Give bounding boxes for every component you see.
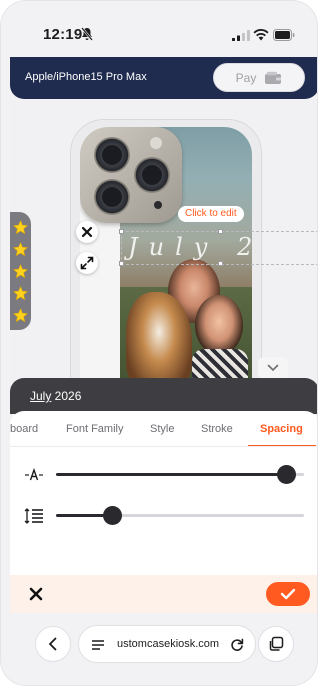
expand-icon — [80, 256, 94, 270]
star-icon — [13, 308, 28, 323]
phone-screen: 12:19 Apple/iPhone15 Pro Max Pay July 2 … — [0, 0, 318, 686]
custom-text-overlay[interactable]: July 2 — [128, 233, 263, 261]
tabs-button[interactable] — [258, 626, 294, 662]
line-spacing-icon — [24, 508, 43, 524]
device-model-label: Apple/iPhone15 Pro Max — [25, 71, 147, 83]
camera-lens — [134, 157, 170, 193]
status-time: 12:19 — [43, 26, 83, 43]
selection-corner-handle[interactable] — [119, 261, 124, 266]
reader-icon[interactable] — [91, 639, 105, 651]
tab-font-family[interactable]: Font Family — [66, 423, 123, 435]
slider-thumb[interactable] — [103, 506, 122, 525]
close-icon — [81, 226, 93, 238]
confirm-button[interactable] — [266, 582, 310, 606]
star-icon — [13, 286, 28, 301]
text-preview-word: July — [30, 389, 52, 403]
camera-lens — [94, 179, 130, 215]
camera-flash — [150, 137, 162, 149]
battery-icon — [273, 29, 295, 41]
pay-button-label: Pay — [235, 70, 257, 85]
wifi-icon — [253, 29, 269, 41]
pay-button[interactable]: Pay — [213, 63, 305, 92]
line-spacing-slider[interactable] — [24, 505, 309, 527]
tab-keyboard[interactable]: board — [10, 423, 38, 435]
back-button[interactable] — [35, 626, 71, 662]
selection-corner-handle[interactable] — [218, 261, 223, 266]
reload-icon[interactable] — [229, 637, 245, 653]
close-icon — [29, 587, 43, 601]
slider-track[interactable] — [56, 465, 304, 484]
wallet-icon — [265, 71, 282, 84]
slider-track[interactable] — [56, 506, 304, 525]
delete-text-button[interactable] — [76, 221, 98, 243]
text-preview[interactable]: July 2026 — [30, 389, 81, 403]
selection-corner-handle[interactable] — [119, 229, 124, 234]
star-icon — [13, 242, 28, 257]
camera-module — [80, 127, 182, 223]
editor-action-bar — [10, 575, 317, 613]
photo-dog — [126, 292, 192, 392]
browser-toolbar: ustomcasekiosk.com — [10, 613, 317, 685]
text-editor-panel: board Font Family Style Stroke Spacing — [10, 411, 317, 575]
cancel-button[interactable] — [26, 584, 46, 604]
url-text: ustomcasekiosk.com — [117, 638, 220, 650]
active-tab-indicator — [248, 445, 316, 446]
text-preview-rest: 2026 — [51, 389, 82, 403]
bell-slash-icon — [81, 27, 93, 41]
tab-style[interactable]: Style — [150, 423, 174, 435]
design-canvas[interactable]: July 2 Click to edit — [10, 99, 317, 419]
click-to-edit-hint[interactable]: Click to edit — [178, 206, 244, 222]
letter-spacing-slider[interactable] — [24, 464, 309, 486]
chevron-left-icon — [48, 637, 57, 651]
slider-thumb[interactable] — [277, 465, 296, 484]
photo-girl — [195, 295, 243, 355]
signal-icon — [232, 30, 250, 41]
resize-text-button[interactable] — [76, 252, 98, 274]
check-icon — [280, 588, 296, 600]
address-bar[interactable]: ustomcasekiosk.com — [78, 625, 256, 663]
tab-stroke[interactable]: Stroke — [201, 423, 233, 435]
tab-spacing[interactable]: Spacing — [260, 423, 303, 435]
collapse-panel-button[interactable] — [258, 357, 288, 379]
star-icon — [13, 220, 28, 235]
chevron-down-icon — [267, 364, 279, 372]
product-header: Apple/iPhone15 Pro Max Pay — [10, 57, 317, 99]
letter-spacing-icon — [25, 467, 43, 481]
phone-case-preview[interactable] — [80, 127, 252, 411]
camera-mic — [154, 201, 162, 209]
tabs-icon — [269, 636, 284, 651]
status-bar: 12:19 — [1, 1, 317, 57]
text-input-preview[interactable]: July 2026 — [10, 378, 317, 414]
rating-rail[interactable] — [10, 212, 31, 330]
camera-lens — [94, 137, 130, 173]
editor-tabs: board Font Family Style Stroke Spacing — [10, 411, 317, 447]
star-icon — [13, 264, 28, 279]
slider-fill — [56, 473, 287, 476]
